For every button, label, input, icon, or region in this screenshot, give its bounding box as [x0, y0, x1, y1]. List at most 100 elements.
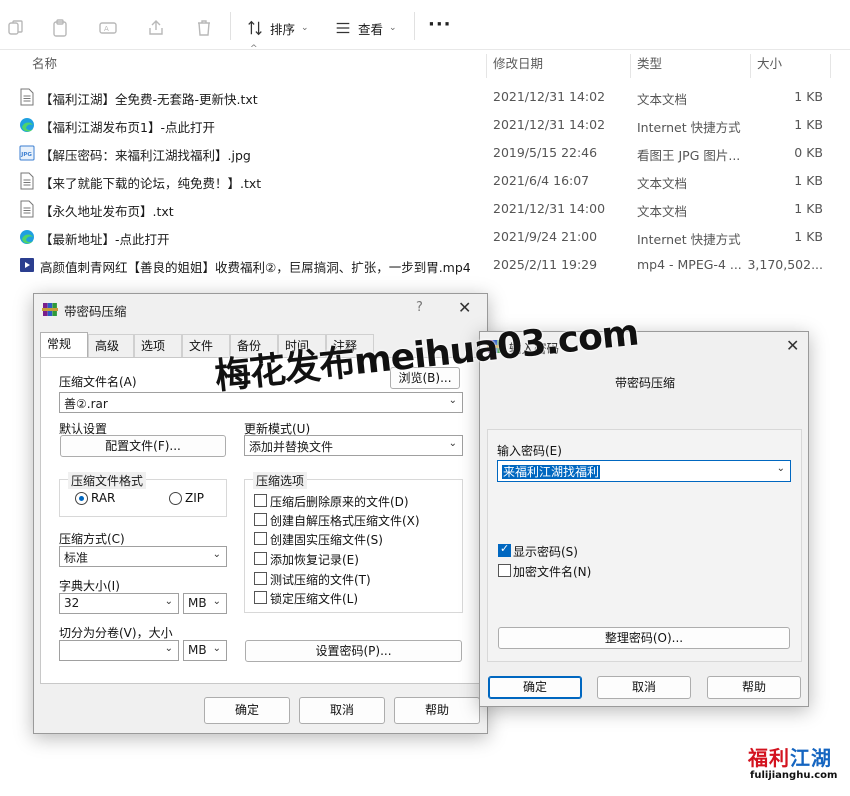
column-date[interactable]: 修改日期	[487, 50, 543, 80]
column-name[interactable]: 名称	[26, 50, 57, 80]
file-row[interactable]: 【福利江湖】全免费-无套路-更新快.txt 2021/12/31 14:02 文…	[0, 83, 850, 111]
password-value: 来福利江湖找福利	[502, 465, 601, 479]
file-name: 【福利江湖发布页1】-点此打开	[40, 120, 215, 135]
file-name: 高颜值刺青网红【善良的姐姐】收费福利②，巨屌搞洞、扩张，一步到胃.mp4	[40, 260, 471, 275]
chevron-down-icon: ⌄	[301, 23, 309, 33]
more-options-button[interactable]: ···	[428, 14, 452, 35]
archive-name-field[interactable]: 善②.rar ⌄	[59, 392, 463, 413]
option-test-checkbox[interactable]	[254, 572, 267, 585]
split-label: 切分为分卷(V)，大小	[59, 626, 173, 640]
logo-text-blue: 江湖	[790, 746, 832, 770]
file-size: 1 KB	[794, 229, 823, 244]
toolbar-divider	[414, 12, 415, 40]
split-unit-select[interactable]: MB ⌄	[183, 640, 227, 661]
archive-cancel-button[interactable]: 取消	[299, 697, 385, 724]
chevron-down-icon[interactable]: ⌄	[449, 395, 457, 406]
copy-icon[interactable]	[6, 18, 26, 38]
file-row[interactable]: 【最新地址】-点此打开 2021/9/24 21:00 Internet 快捷方…	[0, 223, 850, 251]
sort-button[interactable]: 排序 ⌄	[246, 14, 309, 42]
archive-help-button[interactable]: 帮助	[394, 697, 480, 724]
file-row[interactable]: 【来了就能下载的论坛，纯免费！】.txt 2021/6/4 16:07 文本文档…	[0, 167, 850, 195]
close-icon[interactable]: ✕	[458, 298, 471, 317]
file-name: 【福利江湖】全免费-无套路-更新快.txt	[40, 92, 258, 107]
tab-options[interactable]: 选项	[134, 334, 182, 358]
dict-label: 字典大小(I)	[59, 579, 120, 593]
winrar-icon	[42, 301, 58, 317]
option-delete-checkbox[interactable]	[254, 494, 267, 507]
file-row[interactable]: 【永久地址发布页】.txt 2021/12/31 14:00 文本文档 1 KB	[0, 195, 850, 223]
option-sfx-label: 创建自解压格式压缩文件(X)	[270, 514, 420, 528]
chevron-down-icon: ⌄	[164, 596, 173, 607]
paste-icon[interactable]	[50, 18, 70, 38]
file-name: 【最新地址】-点此打开	[40, 232, 170, 247]
file-date: 2025/2/11 19:29	[493, 257, 598, 272]
update-mode-select[interactable]: 添加并替换文件 ⌄	[244, 435, 463, 456]
rename-icon[interactable]: A	[98, 18, 118, 38]
view-label: 查看	[358, 21, 384, 37]
tab-general[interactable]: 常规	[40, 332, 88, 359]
logo-text: 福利江湖	[748, 742, 832, 771]
encrypt-names-label: 加密文件名(N)	[513, 565, 592, 579]
file-type: Internet 快捷方式	[637, 120, 741, 135]
option-lock-checkbox[interactable]	[254, 591, 267, 604]
file-date: 2021/9/24 21:00	[493, 229, 598, 244]
help-question-button[interactable]: ?	[416, 300, 423, 315]
share-icon[interactable]	[146, 18, 166, 38]
format-zip-radio[interactable]	[169, 492, 182, 505]
dict-unit-select[interactable]: MB ⌄	[183, 593, 227, 614]
password-label: 输入密码(E)	[497, 444, 562, 458]
profiles-button[interactable]: 配置文件(F)...	[60, 435, 226, 457]
archive-dialog-titlebar[interactable]: 带密码压缩 ? ✕	[34, 294, 487, 324]
file-row[interactable]: 高颜值刺青网红【善良的姐姐】收费福利②，巨屌搞洞、扩张，一步到胃.mp4 202…	[0, 251, 850, 279]
delete-icon[interactable]	[194, 18, 214, 38]
logo-text-red: 福利	[748, 746, 790, 770]
jpg-file-icon: JPG	[19, 144, 35, 162]
sort-arrow-icon: ^	[250, 44, 258, 54]
file-row[interactable]: JPG 【解压密码：来福利江湖找福利】.jpg 2019/5/15 22:46 …	[0, 139, 850, 167]
file-date: 2019/5/15 22:46	[493, 145, 598, 160]
password-help-button[interactable]: 帮助	[707, 676, 801, 699]
column-type[interactable]: 类型	[631, 50, 662, 80]
option-test-label: 测试压缩的文件(T)	[270, 573, 371, 587]
tab-advanced[interactable]: 高级	[88, 334, 134, 358]
show-password-checkbox[interactable]	[498, 542, 511, 557]
view-button[interactable]: 查看 ⌄	[334, 14, 397, 42]
toolbar-divider	[230, 12, 231, 40]
method-select[interactable]: 标准 ⌄	[59, 546, 227, 567]
column-divider[interactable]	[830, 54, 831, 78]
file-list-header: 名称 修改日期 类型 大小	[0, 50, 850, 80]
archive-ok-button[interactable]: 确定	[204, 697, 290, 724]
split-select[interactable]: ⌄	[59, 640, 179, 661]
column-size[interactable]: 大小	[751, 50, 782, 80]
archive-name-value: 善②.rar	[64, 397, 108, 411]
file-type: mp4 - MPEG-4 ...	[637, 257, 742, 272]
text-file-icon	[19, 200, 35, 218]
text-file-icon	[19, 88, 35, 106]
show-password-label: 显示密码(S)	[513, 545, 578, 559]
option-recovery-checkbox[interactable]	[254, 552, 267, 565]
format-rar-radio[interactable]	[75, 492, 88, 505]
chevron-down-icon: ⌄	[212, 549, 221, 560]
file-size: 1 KB	[794, 89, 823, 104]
close-icon[interactable]: ✕	[786, 336, 799, 355]
format-zip-label: ZIP	[185, 491, 204, 505]
organize-passwords-button[interactable]: 整理密码(O)...	[498, 627, 790, 649]
file-name: 【永久地址发布页】.txt	[40, 204, 174, 219]
password-cancel-button[interactable]: 取消	[597, 676, 691, 699]
view-icon	[336, 22, 350, 34]
dict-select[interactable]: 32 ⌄	[59, 593, 179, 614]
set-password-button[interactable]: 设置密码(P)...	[245, 640, 462, 662]
encrypt-names-checkbox[interactable]	[498, 564, 511, 577]
mp4-file-icon	[19, 256, 35, 274]
option-lock-label: 锁定压缩文件(L)	[270, 592, 359, 606]
chevron-down-icon: ⌄	[389, 23, 397, 33]
password-ok-button[interactable]: 确定	[488, 676, 582, 699]
chevron-down-icon[interactable]: ⌄	[777, 463, 785, 474]
option-solid-checkbox[interactable]	[254, 532, 267, 545]
file-size: 3,170,502...	[747, 257, 823, 272]
password-input[interactable]: 来福利江湖找福利 ⌄	[497, 460, 791, 482]
file-row[interactable]: 【福利江湖发布页1】-点此打开 2021/12/31 14:02 Interne…	[0, 111, 850, 139]
method-label: 压缩方式(C)	[59, 532, 125, 546]
option-sfx-checkbox[interactable]	[254, 513, 267, 526]
file-type: 文本文档	[637, 204, 688, 219]
